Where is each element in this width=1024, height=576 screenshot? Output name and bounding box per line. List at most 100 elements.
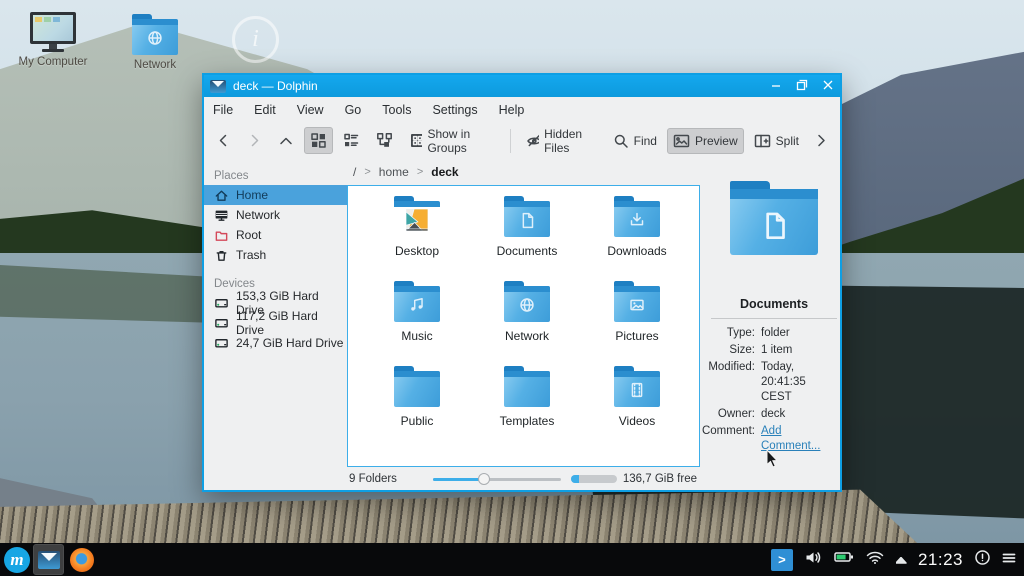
find-button[interactable]: Find — [607, 128, 663, 154]
tree-view-button[interactable] — [370, 127, 399, 154]
toolbar-overflow-button[interactable] — [809, 128, 834, 153]
folder-item-music[interactable]: Music — [362, 278, 472, 363]
sidebar-item-home[interactable]: Home — [204, 185, 347, 205]
folder-icon — [504, 366, 550, 407]
folder-view[interactable]: Desktop Documents Downloads Music Networ… — [347, 185, 700, 467]
task-firefox[interactable] — [67, 545, 96, 574]
find-label: Find — [633, 133, 657, 148]
sidebar-item-network[interactable]: Network — [204, 205, 347, 225]
information-panel: Documents Type: folder Size: 1 item Modifi… — [701, 159, 847, 490]
breadcrumb-current[interactable]: deck — [431, 165, 458, 179]
info-title: Documents — [739, 297, 809, 311]
menu-bar: File Edit View Go Tools Settings Help — [204, 97, 840, 122]
volume-icon[interactable] — [804, 549, 823, 571]
split-button[interactable]: Split — [748, 128, 805, 154]
menu-view[interactable]: View — [297, 103, 324, 117]
dolphin-icon — [37, 550, 60, 569]
folder-icon — [614, 281, 660, 322]
places-panel: Places Home Network Root Trash Devices 1… — [204, 159, 347, 490]
show-in-groups-button[interactable]: Show in Groups — [403, 122, 501, 160]
desktop-icon-network[interactable]: Network — [116, 14, 194, 71]
up-button[interactable] — [272, 129, 300, 153]
info-divider — [711, 318, 837, 319]
folder-icon — [614, 196, 660, 237]
disk-usage-bar — [570, 474, 617, 483]
status-bar: 9 Folders 136,7 GiB free — [347, 467, 701, 490]
peek-desktop-icon[interactable] — [1002, 551, 1016, 569]
folder-item-videos[interactable]: Videos — [582, 363, 692, 448]
folder-item-documents[interactable]: Documents — [472, 193, 582, 278]
sidebar-item-trash[interactable]: Trash — [204, 245, 347, 265]
menu-tools[interactable]: Tools — [382, 103, 411, 117]
battery-icon[interactable] — [834, 550, 854, 569]
tray-arrow-icon[interactable]: > — [770, 548, 793, 571]
menu-settings[interactable]: Settings — [432, 103, 477, 117]
sidebar-item-drive-3[interactable]: 24,7 GiB Hard Drive — [204, 333, 347, 353]
folder-item-pictures[interactable]: Pictures — [582, 278, 692, 363]
show-in-groups-label: Show in Groups — [427, 126, 471, 155]
icons-view-button[interactable] — [304, 127, 333, 154]
places-header: Places — [214, 170, 249, 182]
split-label: Split — [775, 133, 799, 148]
computer-monitor-icon — [27, 12, 79, 52]
desktop-icon-label: Network — [133, 59, 177, 71]
wifi-icon[interactable] — [865, 549, 885, 570]
folder-item-public[interactable]: Public — [362, 363, 472, 448]
notifications-icon[interactable] — [974, 549, 991, 571]
toolbar: Show in Groups Hidden Files Find Preview… — [204, 122, 840, 159]
forward-button[interactable] — [241, 128, 268, 153]
breadcrumb: / > home > deck — [347, 159, 701, 185]
hard-drive-icon — [215, 338, 228, 347]
network-icon — [215, 210, 228, 221]
tray-expand-caret-icon[interactable] — [895, 551, 907, 569]
sidebar-item-drive-2[interactable]: 117,2 GiB Hard Drive — [204, 309, 347, 337]
main-view-column: / > home > deck Desktop Documents Downlo… — [347, 159, 701, 490]
desktop-icon-label: My Computer — [18, 56, 88, 68]
zoom-slider[interactable] — [432, 472, 561, 486]
folder-icon — [504, 281, 550, 322]
firefox-icon — [69, 547, 94, 572]
desktop-icon-my-computer[interactable]: My Computer — [14, 12, 92, 68]
mouse-cursor — [766, 448, 782, 475]
preview-label: Preview — [694, 133, 738, 148]
taskbar: m > 21:23 — [0, 543, 1024, 576]
back-button[interactable] — [210, 128, 237, 153]
folder-icon — [614, 366, 660, 407]
task-dolphin[interactable] — [33, 544, 64, 575]
menu-file[interactable]: File — [213, 103, 233, 117]
minimize-button[interactable] — [770, 79, 782, 94]
application-launcher-button[interactable]: m — [4, 546, 30, 573]
home-icon — [215, 190, 228, 201]
chevron-right-icon: > — [416, 166, 424, 178]
folder-item-downloads[interactable]: Downloads — [582, 193, 692, 278]
breadcrumb-home[interactable]: home — [379, 165, 409, 179]
wallpaper-thumbnail — [394, 201, 440, 237]
maximize-button[interactable] — [796, 79, 808, 94]
clock[interactable]: 21:23 — [918, 550, 963, 570]
folder-item-desktop[interactable]: Desktop — [362, 193, 472, 278]
preview-button[interactable]: Preview — [666, 127, 744, 154]
menu-edit[interactable]: Edit — [254, 103, 276, 117]
folder-item-templates[interactable]: Templates — [472, 363, 582, 448]
info-row-owner: Owner: deck — [717, 408, 786, 420]
breadcrumb-root[interactable]: / — [353, 165, 356, 179]
menu-help[interactable]: Help — [499, 103, 525, 117]
close-button[interactable] — [822, 79, 834, 94]
folder-icon — [394, 196, 440, 237]
compact-view-button[interactable] — [337, 127, 366, 154]
folder-icon — [394, 281, 440, 322]
hard-drive-icon — [215, 318, 228, 327]
info-row-type: Type: folder — [726, 327, 790, 339]
folder-item-network[interactable]: Network — [472, 278, 582, 363]
sidebar-item-root[interactable]: Root — [204, 225, 347, 245]
trash-icon — [216, 250, 227, 261]
menu-go[interactable]: Go — [345, 103, 362, 117]
zoom-slider-handle[interactable] — [478, 472, 491, 485]
toolbar-separator — [509, 128, 511, 153]
hidden-files-button[interactable]: Hidden Files — [520, 122, 603, 160]
root-folder-icon — [215, 231, 228, 241]
info-row-size: Size: 1 item — [729, 344, 793, 356]
titlebar[interactable]: deck — Dolphin — [204, 75, 840, 97]
free-space: 136,7 GiB free — [622, 472, 697, 485]
window-title: deck — Dolphin — [233, 79, 318, 93]
